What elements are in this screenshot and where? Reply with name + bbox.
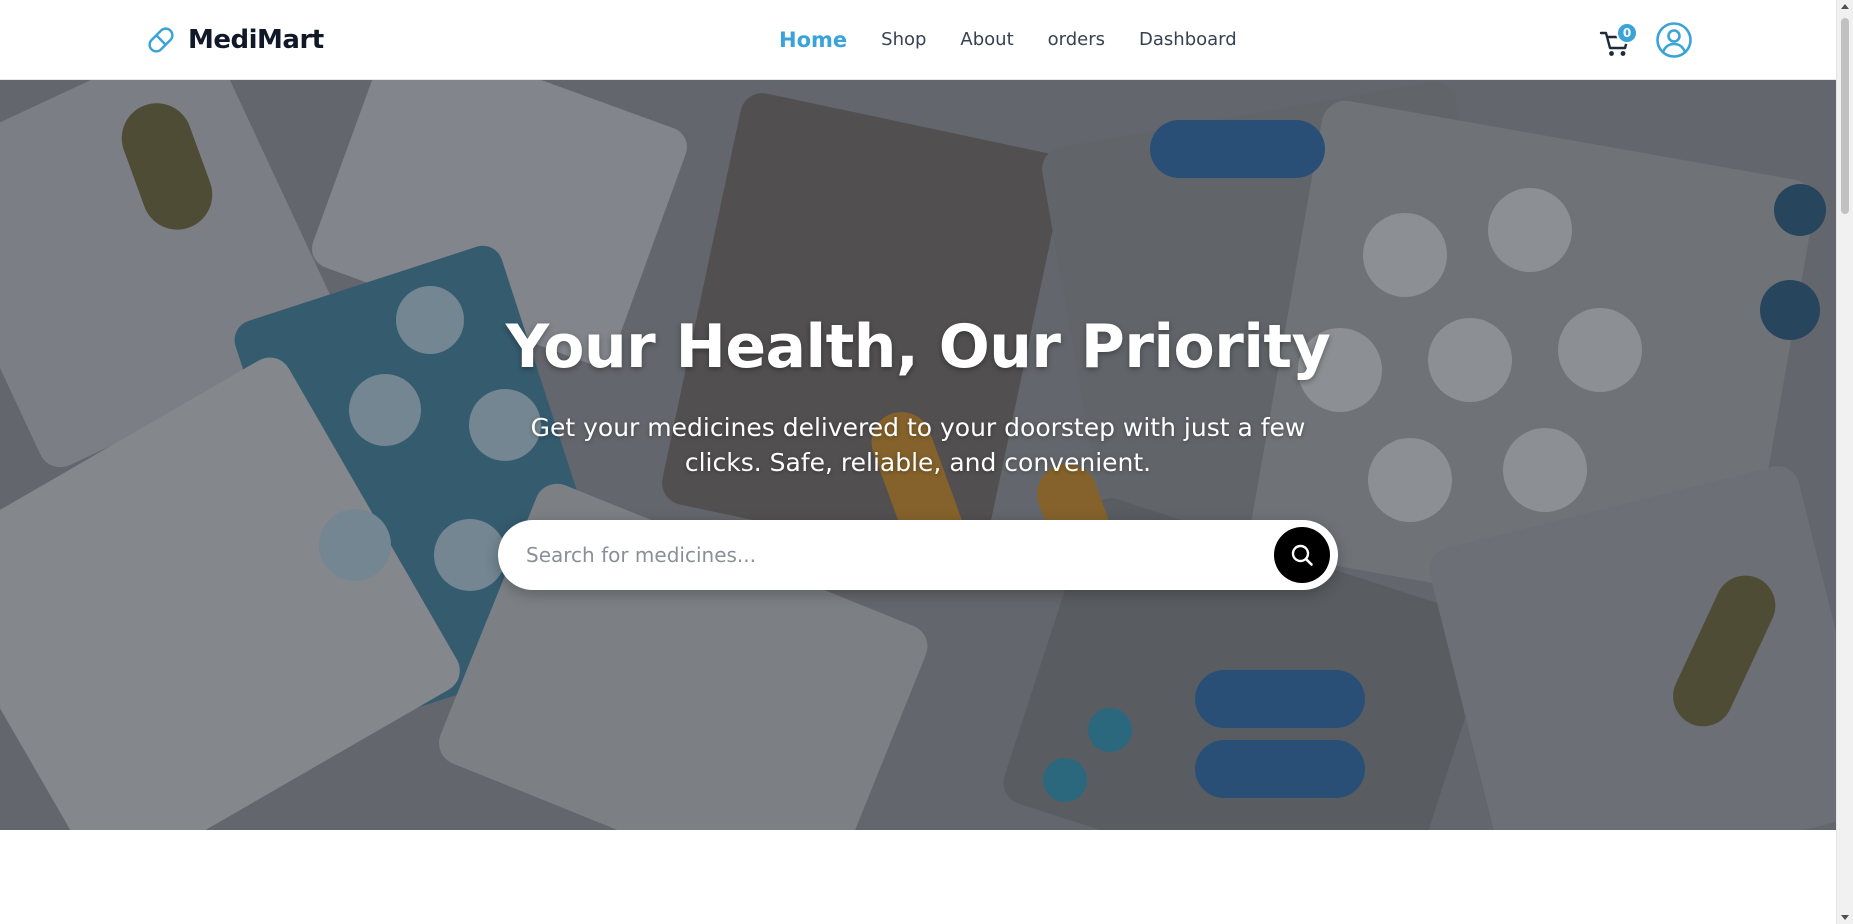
scroll-down-arrow-icon[interactable]	[1841, 915, 1849, 920]
nav-home[interactable]: Home	[762, 24, 864, 56]
brand-name: MediMart	[188, 25, 324, 55]
nav-dashboard[interactable]: Dashboard	[1122, 24, 1254, 56]
hero-subtitle: Get your medicines delivered to your doo…	[530, 413, 1306, 477]
search-input[interactable]	[526, 534, 1246, 576]
cart-count-badge: 0	[1616, 22, 1638, 44]
scroll-up-arrow-icon[interactable]	[1841, 4, 1849, 9]
search-bar	[498, 520, 1338, 590]
nav-shop[interactable]: Shop	[864, 24, 943, 56]
main-nav: Home Shop About orders Dashboard	[762, 24, 1254, 56]
pill-icon	[148, 27, 174, 53]
account-button[interactable]	[1655, 21, 1693, 59]
cart-button[interactable]: 0	[1598, 22, 1638, 60]
user-circle-icon	[1656, 22, 1692, 58]
page-scrollbar[interactable]	[1836, 0, 1853, 924]
hero-section: Your Health, Our Priority Get your medic…	[0, 80, 1836, 830]
scroll-thumb[interactable]	[1841, 18, 1849, 214]
search-icon	[1291, 544, 1313, 566]
brand-logo[interactable]: MediMart	[142, 20, 324, 60]
nav-about[interactable]: About	[943, 24, 1030, 56]
nav-orders[interactable]: orders	[1031, 24, 1122, 56]
navbar: MediMart Home Shop About orders Dashboar…	[0, 0, 1836, 80]
search-button[interactable]	[1274, 527, 1330, 583]
hero-title: Your Health, Our Priority	[505, 312, 1331, 382]
